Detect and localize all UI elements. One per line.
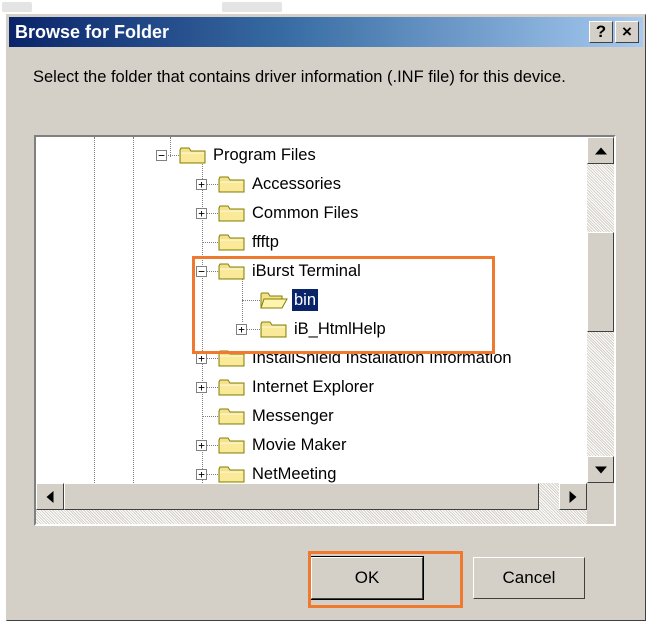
vertical-scrollbar[interactable] (587, 137, 614, 483)
arrow-up-icon (594, 147, 607, 154)
tree-item[interactable]: − Program Files (36, 141, 587, 170)
expand-icon[interactable]: + (196, 179, 207, 190)
folder-icon (260, 321, 287, 338)
scroll-down-button[interactable] (587, 456, 614, 483)
arrow-right-icon (569, 490, 577, 503)
folder-icon (218, 263, 245, 280)
folder-icon (218, 379, 245, 396)
dialog-prompt: Select the folder that contains driver i… (33, 68, 566, 86)
cancel-button[interactable]: Cancel (473, 557, 585, 599)
expand-icon[interactable]: + (196, 353, 207, 364)
folder-icon (218, 466, 245, 483)
tree-item-label: ffftp (252, 233, 279, 251)
tree-item-label: Program Files (213, 146, 316, 164)
horizontal-scrollbar[interactable] (36, 483, 587, 524)
tree-item-label: bin (290, 288, 320, 312)
tree-item-label: iBurst Terminal (252, 262, 361, 280)
expand-icon[interactable]: + (236, 324, 247, 335)
expand-icon[interactable]: + (196, 382, 207, 393)
tree-item[interactable]: + InstallShield Installation Information (36, 344, 587, 373)
folder-open-icon (260, 292, 288, 309)
tree-item[interactable]: + Common Files (36, 199, 587, 228)
horizontal-scroll-thumb[interactable] (64, 483, 539, 510)
tree-item[interactable]: − iBurst Terminal (36, 257, 587, 286)
tree-item-label: Internet Explorer (252, 378, 374, 396)
expand-icon[interactable]: + (196, 208, 207, 219)
tree-item[interactable]: + Accessories (36, 170, 587, 199)
collapse-icon[interactable]: − (196, 266, 207, 277)
background-chip (2, 2, 32, 12)
tree-item-label: iB_HtmlHelp (294, 320, 386, 338)
tree-item[interactable]: bin (36, 286, 587, 315)
folder-tree-viewport: − Program Files + Accessories + Common Files f… (36, 137, 587, 483)
expand-icon[interactable]: + (196, 469, 207, 480)
folder-icon (179, 147, 206, 164)
folder-icon (218, 176, 245, 193)
tree-item-label: Common Files (252, 204, 359, 222)
tree-item[interactable]: + iB_HtmlHelp (36, 315, 587, 344)
tree-item-label: Accessories (252, 175, 341, 193)
scroll-left-button[interactable] (36, 483, 64, 510)
expand-icon[interactable]: + (196, 440, 207, 451)
background-strip (0, 0, 650, 14)
dialog-title: Browse for Folder (15, 22, 170, 42)
tree-connector (202, 242, 218, 243)
folder-icon (218, 437, 245, 454)
tree-item[interactable]: + NetMeeting (36, 460, 587, 483)
ok-button[interactable]: OK (310, 556, 424, 600)
tree-item[interactable]: + Movie Maker (36, 431, 587, 460)
folder-icon (218, 350, 245, 367)
scroll-right-button[interactable] (559, 483, 587, 510)
title-bar: Browse for Folder ? × (9, 17, 643, 47)
tree-connector (242, 300, 260, 301)
tree-item-label: InstallShield Installation Information (252, 349, 512, 367)
arrow-left-icon (46, 490, 54, 503)
scroll-up-button[interactable] (587, 137, 614, 164)
tree-item-label: NetMeeting (252, 465, 337, 483)
tree-connector (202, 416, 218, 417)
folder-icon (218, 205, 245, 222)
browse-for-folder-dialog: Browse for Folder ? × Select the folder … (6, 14, 646, 621)
help-button[interactable]: ? (589, 21, 613, 43)
tree-item-label: Movie Maker (252, 436, 347, 454)
folder-tree[interactable]: − Program Files + Accessories + Common Files f… (34, 135, 616, 526)
background-chip (222, 2, 282, 12)
folder-icon (218, 408, 245, 425)
collapse-icon[interactable]: − (156, 150, 167, 161)
tree-item[interactable]: Messenger (36, 402, 587, 431)
tree-item-label: Messenger (252, 407, 334, 425)
tree-item[interactable]: + Internet Explorer (36, 373, 587, 402)
vertical-scroll-thumb[interactable] (587, 232, 614, 332)
folder-icon (218, 234, 245, 251)
scrollbar-corner (587, 483, 614, 524)
arrow-down-icon (594, 466, 607, 473)
close-button[interactable]: × (615, 21, 639, 43)
tree-item[interactable]: ffftp (36, 228, 587, 257)
